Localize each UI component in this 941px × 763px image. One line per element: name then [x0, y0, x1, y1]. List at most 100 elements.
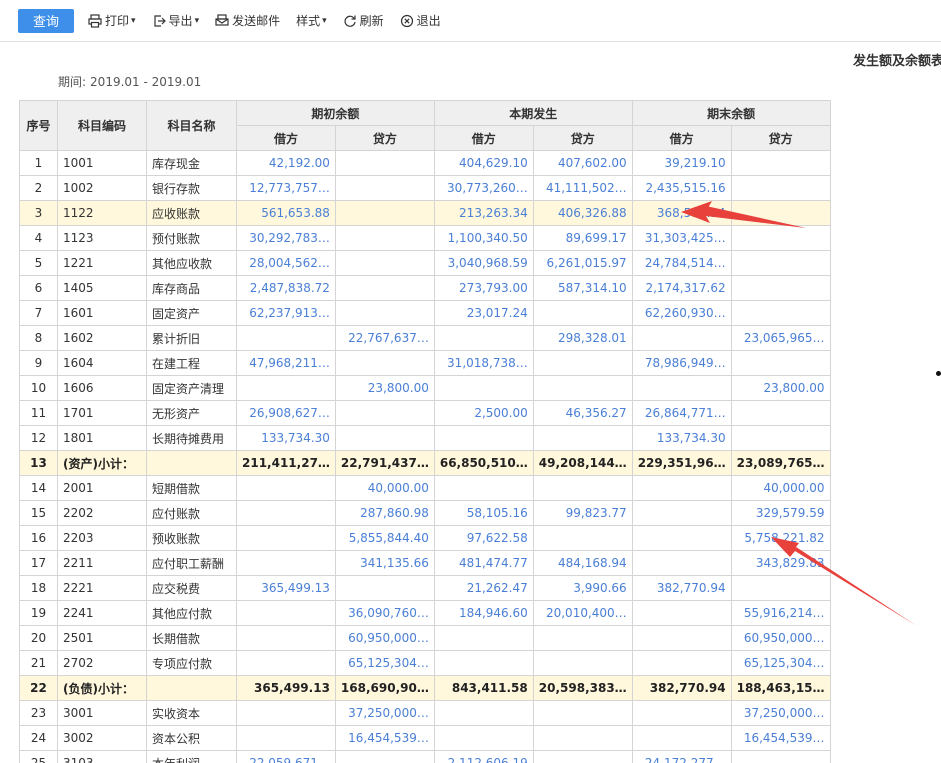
dot-marker	[936, 371, 941, 376]
table-row[interactable]: 8 1602 累计折旧 22,767,637… 298,328.01 23,065,965…	[19, 325, 831, 351]
row-index-cell: 25	[19, 750, 58, 763]
table-row[interactable]: 17 2211 应付职工薪酬 341,135.66 481,474.77 484,168.…	[19, 550, 831, 576]
account-name-cell: 累计折旧	[146, 325, 237, 351]
row-index-cell: 8	[19, 325, 58, 351]
closing-debit-cell: 62,260,930…	[631, 300, 732, 326]
current-credit-cell	[532, 725, 633, 751]
account-code-cell: 1002	[57, 175, 147, 201]
current-debit-cell	[433, 700, 534, 726]
account-code-cell: 2202	[57, 500, 147, 526]
closing-credit-cell	[730, 750, 831, 763]
account-code-cell: (负债)小计：	[57, 675, 147, 701]
account-code-cell: 1701	[57, 400, 147, 426]
opening-debit-cell: 561,653.88	[236, 200, 336, 226]
chevron-down-icon: ▾	[322, 15, 327, 26]
closing-credit-cell: 343,829.83	[730, 550, 831, 576]
account-name-cell: 在建工程	[146, 350, 237, 376]
current-debit-cell: 213,263.34	[433, 200, 534, 226]
table-row[interactable]: 4 1123 预付账款 30,292,783… 1,100,340.50 89,699.1…	[19, 225, 831, 251]
closing-debit-cell	[631, 725, 732, 751]
table-row[interactable]: 23 3001 实收资本 37,250,000… 37,250,000…	[19, 700, 831, 726]
table-row[interactable]: 12 1801 长期待摊费用 133,734.30 133,734.30	[19, 425, 831, 451]
closing-debit-cell: 26,864,771…	[631, 400, 732, 426]
closing-debit-cell: 31,303,425…	[631, 225, 732, 251]
table-row[interactable]: 11 1701 无形资产 26,908,627… 2,500.00 46,356.27 26…	[19, 400, 831, 426]
closing-debit-cell: 382,770.94	[631, 675, 732, 701]
table-row[interactable]: 20 2501 长期借款 60,950,000… 60,950,000…	[19, 625, 831, 651]
current-debit-cell	[433, 625, 534, 651]
opening-credit-cell	[334, 750, 435, 763]
closing-debit-cell	[631, 475, 732, 501]
refresh-icon	[344, 15, 356, 27]
table-row[interactable]: 24 3002 资本公积 16,454,539… 16,454,539…	[19, 725, 831, 751]
row-index-cell: 20	[19, 625, 58, 651]
opening-debit-cell	[236, 700, 336, 726]
table-row[interactable]: 15 2202 应付账款 287,860.98 58,105.16 99,823.77 32…	[19, 500, 831, 526]
style-menu[interactable]: 样式 ▾	[296, 12, 327, 29]
current-credit-cell: 407,602.00	[532, 150, 633, 176]
table-row[interactable]: 9 1604 在建工程 47,968,211… 31,018,738… 78,986,94…	[19, 350, 831, 376]
send-email-button[interactable]: 发送邮件	[215, 12, 280, 29]
opening-credit-cell: 60,950,000…	[334, 625, 435, 651]
current-credit-cell: 6,261,015.97	[532, 250, 633, 276]
table-row[interactable]: 6 1405 库存商品 2,487,838.72 273,793.00 587,314.1…	[19, 275, 831, 301]
header-opening-credit: 贷方	[334, 125, 435, 151]
account-name-cell: 长期借款	[146, 625, 237, 651]
current-credit-cell: 49,208,144…	[532, 450, 633, 476]
period-value: 2019.01 - 2019.01	[90, 75, 202, 89]
current-credit-cell: 587,314.10	[532, 275, 633, 301]
closing-credit-cell	[730, 300, 831, 326]
refresh-button[interactable]: 刷新	[343, 12, 384, 29]
opening-debit-cell: 365,499.13	[236, 675, 336, 701]
table-row[interactable]: 253103本年利润22,059,671… 2,112,606.19 24,172,…	[19, 750, 831, 763]
row-index-cell: 23	[19, 700, 58, 726]
closing-credit-cell	[730, 200, 831, 226]
current-debit-cell: 184,946.60	[433, 600, 534, 626]
table-row[interactable]: 21 2702 专项应付款 65,125,304… 65,125,304…	[19, 650, 831, 676]
current-credit-cell	[532, 625, 633, 651]
query-button[interactable]: 查询	[18, 8, 74, 33]
opening-debit-cell: 211,411,27…	[236, 450, 336, 476]
table-row[interactable]: 19 2241 其他应付款 36,090,760… 184,946.60 20,010,4…	[19, 600, 831, 626]
export-menu[interactable]: 导出 ▾	[152, 12, 199, 29]
toolbar: 查询 打印 ▾ 导出 ▾ 发送邮件 样式 ▾ 刷新 退出	[0, 0, 941, 42]
row-index-cell: 17	[19, 550, 58, 576]
account-name-cell: 资本公积	[146, 725, 237, 751]
closing-credit-cell	[730, 175, 831, 201]
row-index-cell: 12	[19, 425, 58, 451]
current-credit-cell: 298,328.01	[532, 325, 633, 351]
table-row[interactable]: 7 1601 固定资产 62,237,913… 23,017.24 62,260,930…	[19, 300, 831, 326]
account-code-cell: 1122	[57, 200, 147, 226]
current-credit-cell: 484,168.94	[532, 550, 633, 576]
account-name-cell: 长期待摊费用	[146, 425, 237, 451]
table-row[interactable]: 10 1606 固定资产清理 23,800.00 23,800.00	[19, 375, 831, 401]
header-account-name: 科目名称	[146, 100, 237, 151]
table-row[interactable]: 14 2001 短期借款 40,000.00 40,000.00	[19, 475, 831, 501]
account-code-cell: 1604	[57, 350, 147, 376]
account-name-cell: 固定资产	[146, 300, 237, 326]
current-debit-cell: 31,018,738…	[433, 350, 534, 376]
header-closing-balance: 期末余额	[631, 100, 831, 126]
table-row[interactable]: 3 1122 应收账款 561,653.88 213,263.34 406,326.88 3…	[19, 200, 831, 226]
export-label: 导出	[168, 14, 193, 28]
table-row[interactable]: 18 2221 应交税费 365,499.13 21,262.47 3,990.66 382…	[19, 575, 831, 601]
closing-credit-cell	[730, 225, 831, 251]
closing-credit-cell: 40,000.00	[730, 475, 831, 501]
table-row[interactable]: 5 1221 其他应收款 28,004,562… 3,040,968.59 6,261,0…	[19, 250, 831, 276]
closing-credit-cell: 60,950,000…	[730, 625, 831, 651]
row-index-cell: 6	[19, 275, 58, 301]
row-index-cell: 14	[19, 475, 58, 501]
print-menu[interactable]: 打印 ▾	[88, 12, 136, 29]
table-row[interactable]: 16 2203 预收账款 5,855,844.40 97,622.58 5,758,221…	[19, 525, 831, 551]
header-current-credit: 贷方	[532, 125, 633, 151]
table-row[interactable]: 2 1002 银行存款 12,773,757… 30,773,260… 41,111,50…	[19, 175, 831, 201]
table-row[interactable]: 1 1001 库存现金 42,192.00 404,629.10 407,602.00 39…	[19, 150, 831, 176]
closing-credit-cell: 55,916,214…	[730, 600, 831, 626]
exit-button[interactable]: 退出	[400, 12, 441, 29]
account-name-cell: 实收资本	[146, 700, 237, 726]
closing-credit-cell	[730, 250, 831, 276]
current-credit-cell: 406,326.88	[532, 200, 633, 226]
subtotal-row[interactable]: 22 (负债)小计： 365,499.13 168,690,90… 843,411.58…	[19, 675, 831, 701]
account-name-cell	[146, 675, 237, 701]
subtotal-row[interactable]: 13 (资产)小计： 211,411,27… 22,791,437… 66,850,51…	[19, 450, 831, 476]
